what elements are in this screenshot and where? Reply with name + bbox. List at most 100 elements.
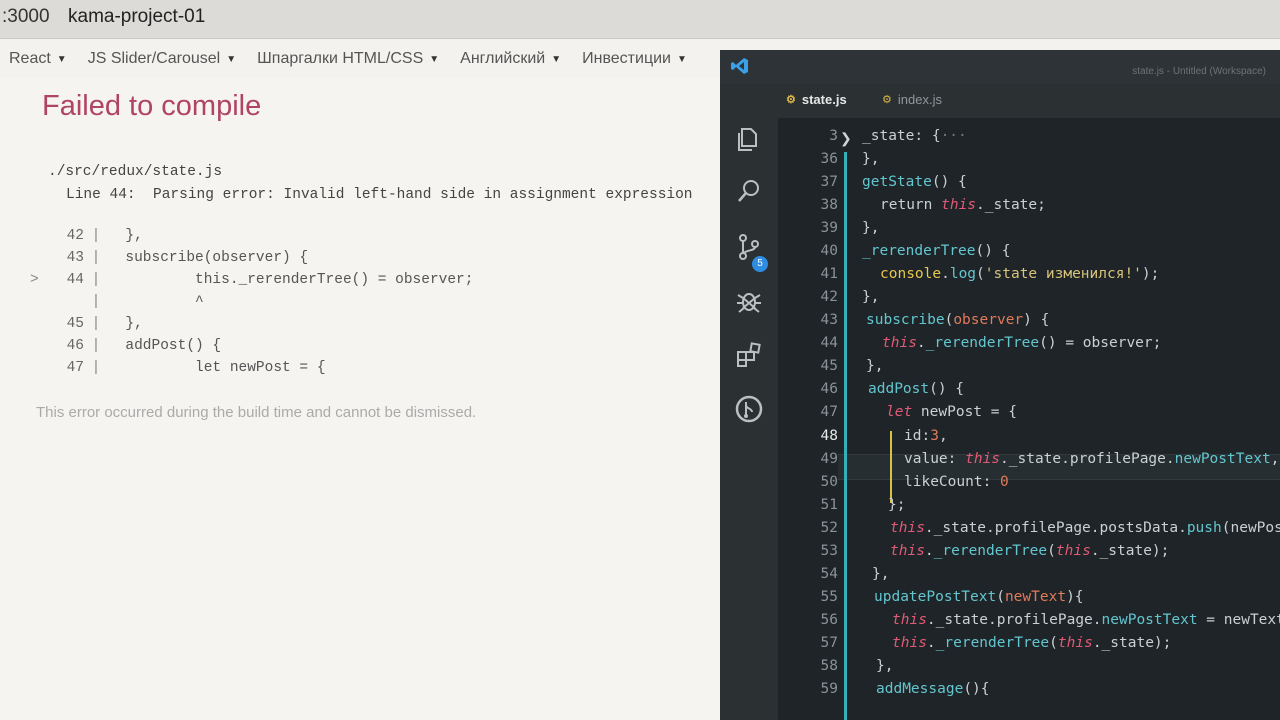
- code-line: },: [862, 151, 880, 167]
- line-number: 54: [820, 566, 838, 582]
- code-line: addMessage(){: [876, 681, 990, 697]
- error-marker: >: [30, 272, 39, 288]
- code-line: console.log('state изменился!');: [880, 266, 1160, 282]
- snippet-separator: |: [91, 272, 101, 288]
- snippet-separator: |: [91, 250, 101, 266]
- line-number: 56: [820, 612, 838, 628]
- fold-chevron-icon[interactable]: ❯: [840, 130, 852, 147]
- snippet-code: let newPost = {: [108, 360, 326, 376]
- scm-count-badge: 5: [752, 256, 768, 272]
- code-line: id:3,: [904, 428, 948, 444]
- line-number-gutter: 3 36 37 38 39 40 41 42 43 44 45 46 47 48 49 50 51 52 53 54 5…: [778, 118, 838, 720]
- error-marker: [30, 294, 46, 316]
- code-line: this._state.profilePage.newPostText = ne…: [892, 612, 1280, 628]
- line-number: 47: [820, 404, 838, 420]
- explorer-icon[interactable]: [734, 124, 764, 154]
- snippet-code: addPost() {: [108, 338, 222, 354]
- tab-state-js[interactable]: ⚙ state.js: [786, 92, 847, 107]
- tab-title[interactable]: kama-project-01: [68, 6, 205, 28]
- snippet-line: | ^: [30, 294, 473, 316]
- snippet-code: },: [108, 316, 143, 332]
- caret-down-icon: ▼: [551, 53, 562, 65]
- git-lens-icon[interactable]: [734, 394, 764, 424]
- error-marker: [30, 360, 46, 382]
- error-marker: [30, 228, 46, 250]
- error-marker: [30, 250, 46, 272]
- snippet-separator: |: [91, 360, 101, 376]
- line-number: 38: [820, 197, 838, 213]
- line-number: 50: [820, 474, 838, 490]
- extensions-icon[interactable]: [734, 340, 764, 370]
- line-number: 59: [820, 681, 838, 697]
- code-line: getState() {: [862, 174, 967, 190]
- line-number: 39: [820, 220, 838, 236]
- snippet-separator: |: [91, 294, 101, 310]
- snippet-line-number: 42: [66, 228, 84, 244]
- error-footer: This error occurred during the build tim…: [36, 404, 477, 421]
- bookmark-folder-cheatsheets[interactable]: Шпаргалки HTML/CSS ▼: [257, 50, 439, 68]
- line-number: 55: [820, 589, 838, 605]
- activity-bar: 5: [720, 84, 778, 720]
- tab-url[interactable]: :3000: [2, 6, 50, 28]
- code-line: let newPost = {: [886, 404, 1017, 420]
- line-number: 58: [820, 658, 838, 674]
- tab-index-js[interactable]: ⚙ index.js: [882, 92, 942, 107]
- snippet-code: this._rerenderTree() = observer;: [108, 272, 474, 288]
- snippet-code: ^: [108, 294, 204, 310]
- code-line: this._rerenderTree(this._state);: [892, 635, 1172, 651]
- code-line: this._rerenderTree() = observer;: [882, 335, 1162, 351]
- code-line: this._state.profilePage.postsData.push(n…: [890, 520, 1280, 536]
- bookmark-label: React: [9, 50, 51, 67]
- snippet-line-number: 47: [66, 360, 84, 376]
- snippet-line-number: [46, 294, 84, 316]
- error-marker: [30, 316, 46, 338]
- snippet-line-number: 45: [66, 316, 84, 332]
- snippet-line: 42 | },: [30, 228, 473, 250]
- snippet-line: 47 | let newPost = {: [30, 360, 473, 382]
- snippet-separator: |: [91, 338, 101, 354]
- snippet-code: subscribe(observer) {: [108, 250, 309, 266]
- snippet-line: 46 | addPost() {: [30, 338, 473, 360]
- caret-down-icon: ▼: [56, 53, 67, 65]
- code-editor[interactable]: 3 36 37 38 39 40 41 42 43 44 45 46 47 48 49 50 51 52 53 54 5…: [778, 118, 1280, 720]
- snippet-line: 45 | },: [30, 316, 473, 338]
- code-line: },: [862, 220, 880, 236]
- line-number: 53: [820, 543, 838, 559]
- snippet-separator: |: [91, 316, 101, 332]
- line-number: 44: [820, 335, 838, 351]
- snippet-line-number: 43: [66, 250, 84, 266]
- error-marker: [30, 338, 46, 360]
- debug-icon[interactable]: [734, 286, 764, 316]
- bookmark-folder-english[interactable]: Английский ▼: [460, 50, 561, 68]
- code-line: },: [866, 358, 884, 374]
- code-line: value: this._state.profilePage.newPostTe…: [904, 451, 1280, 467]
- vscode-window: state.js - Untitled (Workspace) 5 ⚙ state…: [720, 50, 1280, 720]
- error-message: Line 44: Parsing error: Invalid left-han…: [66, 187, 693, 203]
- bookmark-folder-react[interactable]: React ▼: [9, 50, 67, 68]
- bookmark-label: JS Slider/Carousel: [87, 50, 221, 67]
- line-number: 45: [820, 358, 838, 374]
- line-number: 57: [820, 635, 838, 651]
- caret-down-icon: ▼: [676, 53, 687, 65]
- bookmark-folder-slider[interactable]: JS Slider/Carousel ▼: [88, 50, 236, 68]
- snippet-line: >44 | this._rerenderTree() = observer;: [30, 272, 473, 294]
- code-line: this._rerenderTree(this._state);: [890, 543, 1170, 559]
- bookmark-folder-investments[interactable]: Инвестиции ▼: [582, 50, 687, 68]
- code-line: return this._state;: [880, 197, 1046, 213]
- error-file-path: ./src/redux/state.js: [48, 164, 223, 180]
- error-overlay: Failed to compile ./src/redux/state.js L…: [0, 78, 730, 720]
- line-number: 40: [820, 243, 838, 259]
- window-title: state.js - Untitled (Workspace): [1132, 66, 1266, 77]
- caret-down-icon: ▼: [429, 53, 440, 65]
- line-number: 37: [820, 174, 838, 190]
- line-number: 48: [820, 428, 838, 444]
- code-line: updatePostText(newText){: [874, 589, 1084, 605]
- snippet-line-number: 44: [66, 272, 84, 288]
- browser-tab-bar: :3000 kama-project-01: [0, 0, 1280, 39]
- tab-label: index.js: [897, 92, 942, 107]
- code-line: subscribe(observer) {: [866, 312, 1050, 328]
- code-line: likeCount: 0: [904, 474, 1009, 490]
- search-icon[interactable]: [734, 176, 764, 206]
- bookmark-label: Инвестиции: [582, 50, 671, 67]
- line-number: 49: [820, 451, 838, 467]
